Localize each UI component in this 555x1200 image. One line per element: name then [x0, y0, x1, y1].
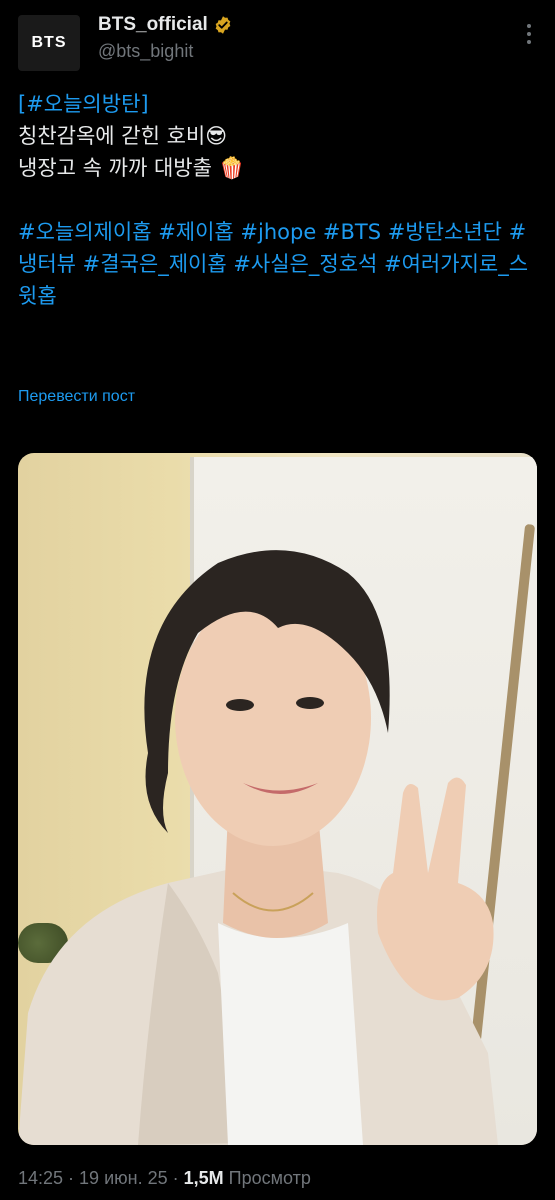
tweet-text: [#오늘의방탄] 칭찬감옥에 갇힌 호비😎 냉장고 속 까까 대방출 🍿 #오늘… — [18, 88, 543, 312]
avatar-label: BTS — [31, 34, 67, 51]
avatar[interactable]: BTS — [18, 15, 80, 71]
view-count: 1,5M — [183, 1168, 224, 1188]
tweet-line-2: 칭찬감옥에 갇힌 호비😎 — [18, 124, 228, 148]
translate-post-link[interactable]: Перевести пост — [18, 388, 135, 406]
tweet-date[interactable]: 19 июн. 25 — [79, 1168, 168, 1188]
verified-badge-icon — [215, 16, 231, 34]
display-name[interactable]: BTS_official — [98, 14, 208, 36]
person-selfie-illustration — [18, 550, 498, 1145]
tweet-line-3: 냉장고 속 까까 대방출 🍿 — [18, 156, 245, 180]
more-options-icon[interactable] — [527, 24, 533, 48]
hashtag-links[interactable]: #오늘의제이홉 #제이홉 #jhope #BTS #방탄소년단 #냉터뷰 #결국… — [18, 220, 528, 308]
author-handle[interactable]: @bts_bighit — [98, 41, 193, 62]
view-label: Просмотр — [228, 1168, 311, 1188]
tweet-photo[interactable] — [18, 453, 537, 1145]
tweet-time[interactable]: 14:25 — [18, 1168, 63, 1188]
author-name-row[interactable]: BTS_official — [98, 14, 233, 36]
tweet-meta: 14:25 · 19 июн. 25 · 1,5M Просмотр — [18, 1168, 311, 1188]
hashtag-link-header[interactable]: [#오늘의방탄] — [18, 92, 149, 116]
